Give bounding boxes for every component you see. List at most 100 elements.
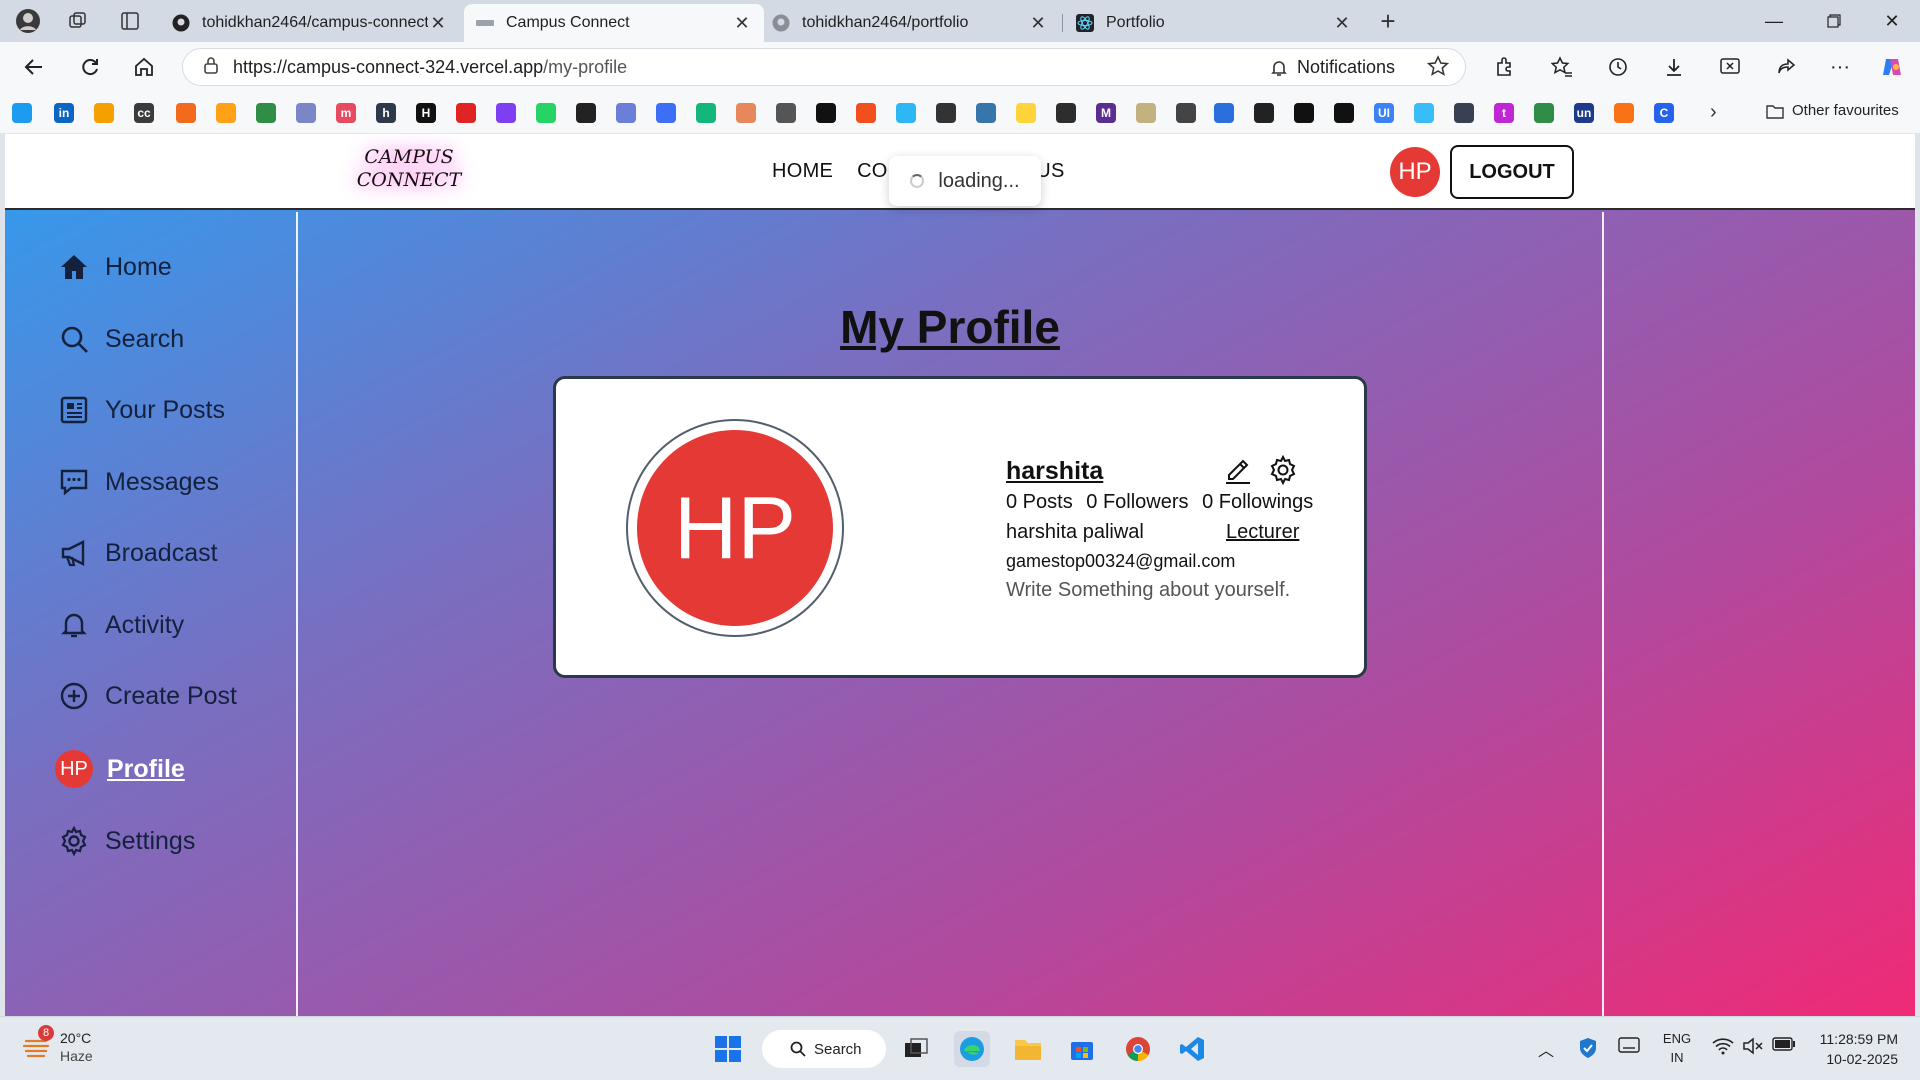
favorites-icon[interactable] <box>1546 51 1578 83</box>
vscode-icon[interactable] <box>1174 1031 1210 1067</box>
medium-icon[interactable]: m <box>336 103 356 123</box>
tab-campus-connect-repo[interactable]: tohidkhan2464/campus-connect ✕ <box>160 4 460 42</box>
python-icon[interactable] <box>976 103 996 123</box>
campus-connect-logo[interactable]: CAMPUS CONNECT <box>353 146 465 198</box>
figma-icon[interactable] <box>856 103 876 123</box>
restore-icon[interactable] <box>1804 0 1864 42</box>
edit-icon[interactable] <box>1223 455 1253 490</box>
back-icon[interactable] <box>18 51 50 83</box>
profile-icon[interactable] <box>12 6 44 36</box>
system-clock[interactable]: 11:28:59 PM 10-02-2025 <box>1808 1029 1898 1069</box>
vertical-tabs-icon[interactable] <box>114 6 146 36</box>
history-icon[interactable] <box>1602 51 1634 83</box>
bookmark-icon[interactable] <box>736 103 756 123</box>
refresh-icon[interactable] <box>74 51 106 83</box>
openai-icon[interactable] <box>816 103 836 123</box>
bookmark-icon[interactable] <box>1176 103 1196 123</box>
bookmark-icon[interactable] <box>1136 103 1156 123</box>
copilot-icon[interactable] <box>1876 51 1908 83</box>
whatsapp-icon[interactable] <box>536 103 556 123</box>
keyboard-icon[interactable] <box>1618 1037 1640 1056</box>
defender-icon[interactable] <box>1578 1037 1598 1062</box>
sidebar-item-broadcast[interactable]: Broadcast <box>57 536 218 570</box>
gear-icon[interactable] <box>1268 454 1298 490</box>
weather-widget[interactable]: 8 20°C Haze <box>22 1025 93 1065</box>
window-close-icon[interactable]: ✕ <box>1862 0 1920 42</box>
bookmark-icon[interactable] <box>456 103 476 123</box>
react-icon[interactable] <box>616 103 636 123</box>
bookmark-icon[interactable] <box>656 103 676 123</box>
close-icon[interactable]: ✕ <box>732 13 752 34</box>
minimize-icon[interactable]: — <box>1744 0 1804 42</box>
sidebar-item-settings[interactable]: Settings <box>57 824 195 858</box>
profile-role[interactable]: Lecturer <box>1226 521 1299 544</box>
file-explorer-icon[interactable] <box>1010 1031 1046 1067</box>
notifications-button[interactable]: Notifications <box>1271 57 1395 78</box>
udemy-icon[interactable] <box>496 103 516 123</box>
sidebar-item-activity[interactable]: Activity <box>57 608 184 642</box>
sidebar-item-your-posts[interactable]: Your Posts <box>57 393 225 427</box>
leetcode-icon[interactable] <box>216 103 236 123</box>
sidebar-item-create-post[interactable]: Create Post <box>57 679 237 713</box>
sidebar-item-messages[interactable]: Messages <box>57 465 219 499</box>
bookmark-icon[interactable]: M <box>1096 103 1116 123</box>
battery-icon[interactable] <box>1772 1037 1796 1054</box>
bookmark-icon[interactable] <box>296 103 316 123</box>
bookmark-icon[interactable] <box>1614 103 1634 123</box>
nav-home[interactable]: HOME <box>772 160 833 182</box>
share-icon[interactable] <box>1770 51 1802 83</box>
flutter-icon[interactable] <box>896 103 916 123</box>
sidebar-item-search[interactable]: Search <box>57 322 184 356</box>
bookmark-icon[interactable] <box>1254 103 1274 123</box>
close-icon[interactable]: ✕ <box>1332 13 1352 34</box>
store-icon[interactable] <box>1064 1031 1100 1067</box>
workspaces-icon[interactable] <box>62 6 94 36</box>
language-indicator[interactable]: ENG IN <box>1662 1029 1692 1067</box>
profile-avatar[interactable]: HP <box>626 419 844 637</box>
bookmark-icon[interactable] <box>176 103 196 123</box>
bookmark-icon[interactable] <box>1534 103 1554 123</box>
taskbar-search[interactable]: Search <box>762 1030 886 1068</box>
chevron-up-icon[interactable]: ︿ <box>1538 1037 1554 1061</box>
tab-campus-connect[interactable]: Campus Connect ✕ <box>464 4 764 42</box>
geeksforgeeks-icon[interactable] <box>256 103 276 123</box>
profile-bio[interactable]: Write Something about yourself. <box>1006 579 1290 602</box>
bookmark-icon[interactable] <box>1454 103 1474 123</box>
extensions-icon[interactable] <box>1488 51 1520 83</box>
profile-username[interactable]: harshita <box>1006 457 1103 486</box>
other-favourites-folder[interactable]: Other favourites <box>1766 102 1899 119</box>
chrome-icon[interactable] <box>1120 1031 1156 1067</box>
sidebar-item-home[interactable]: Home <box>57 250 172 284</box>
close-icon[interactable]: ✕ <box>428 13 448 34</box>
download-icon[interactable] <box>1658 51 1690 83</box>
url-input[interactable]: https://campus-connect-324.vercel.app/my… <box>182 48 1466 86</box>
home-icon[interactable] <box>128 51 160 83</box>
twitter-icon[interactable] <box>12 103 32 123</box>
new-tab-icon[interactable]: + <box>1372 6 1404 36</box>
bookmark-icon[interactable] <box>936 103 956 123</box>
bookmark-icon[interactable]: C <box>1654 103 1674 123</box>
github-icon[interactable] <box>576 103 596 123</box>
bookmark-icon[interactable] <box>1414 103 1434 123</box>
close-icon[interactable]: ✕ <box>1028 13 1048 34</box>
more-menu-icon[interactable]: ··· <box>1824 51 1856 83</box>
logout-button[interactable]: LOGOUT <box>1450 145 1574 199</box>
edge-icon[interactable] <box>954 1031 990 1067</box>
hackerrank-icon[interactable]: H <box>416 103 436 123</box>
windows-start-icon[interactable] <box>710 1031 746 1067</box>
lock-icon[interactable] <box>203 56 219 79</box>
favorite-star-icon[interactable] <box>1426 55 1450 82</box>
bookmark-icon[interactable] <box>1334 103 1354 123</box>
bookmark-icon[interactable]: t <box>1494 103 1514 123</box>
followings-count[interactable]: 0 Followings <box>1202 491 1313 513</box>
bookmark-icon[interactable]: un <box>1574 103 1594 123</box>
analytics-icon[interactable] <box>94 103 114 123</box>
header-avatar[interactable]: HP <box>1390 147 1440 197</box>
codechef-icon[interactable]: cc <box>134 103 154 123</box>
hashnode-icon[interactable]: h <box>376 103 396 123</box>
bookmark-icon[interactable] <box>696 103 716 123</box>
task-view-icon[interactable] <box>898 1031 934 1067</box>
linkedin-icon[interactable]: in <box>54 103 74 123</box>
tab-portfolio-repo[interactable]: tohidkhan2464/portfolio ✕ <box>760 4 1060 42</box>
followers-count[interactable]: 0 Followers <box>1086 491 1188 513</box>
